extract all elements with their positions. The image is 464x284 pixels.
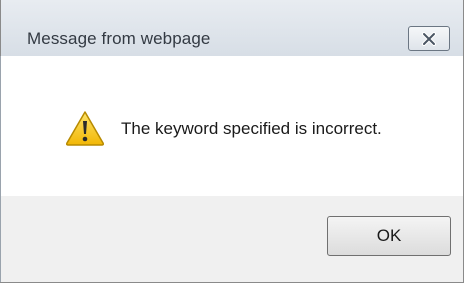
dialog-message: The keyword specified is incorrect. <box>121 119 382 138</box>
close-icon <box>421 31 437 46</box>
warning-icon <box>65 110 105 151</box>
message-dialog: Message from webpage The keyword specifi… <box>0 0 464 283</box>
window-title: Message from webpage <box>27 29 211 48</box>
dialog-footer: OK <box>1 196 463 282</box>
dialog-content: The keyword specified is incorrect. <box>1 56 463 196</box>
close-button[interactable] <box>408 26 450 51</box>
title-bar[interactable]: Message from webpage <box>1 0 463 56</box>
ok-button[interactable]: OK <box>327 216 451 256</box>
window-left-edge <box>0 56 1 282</box>
